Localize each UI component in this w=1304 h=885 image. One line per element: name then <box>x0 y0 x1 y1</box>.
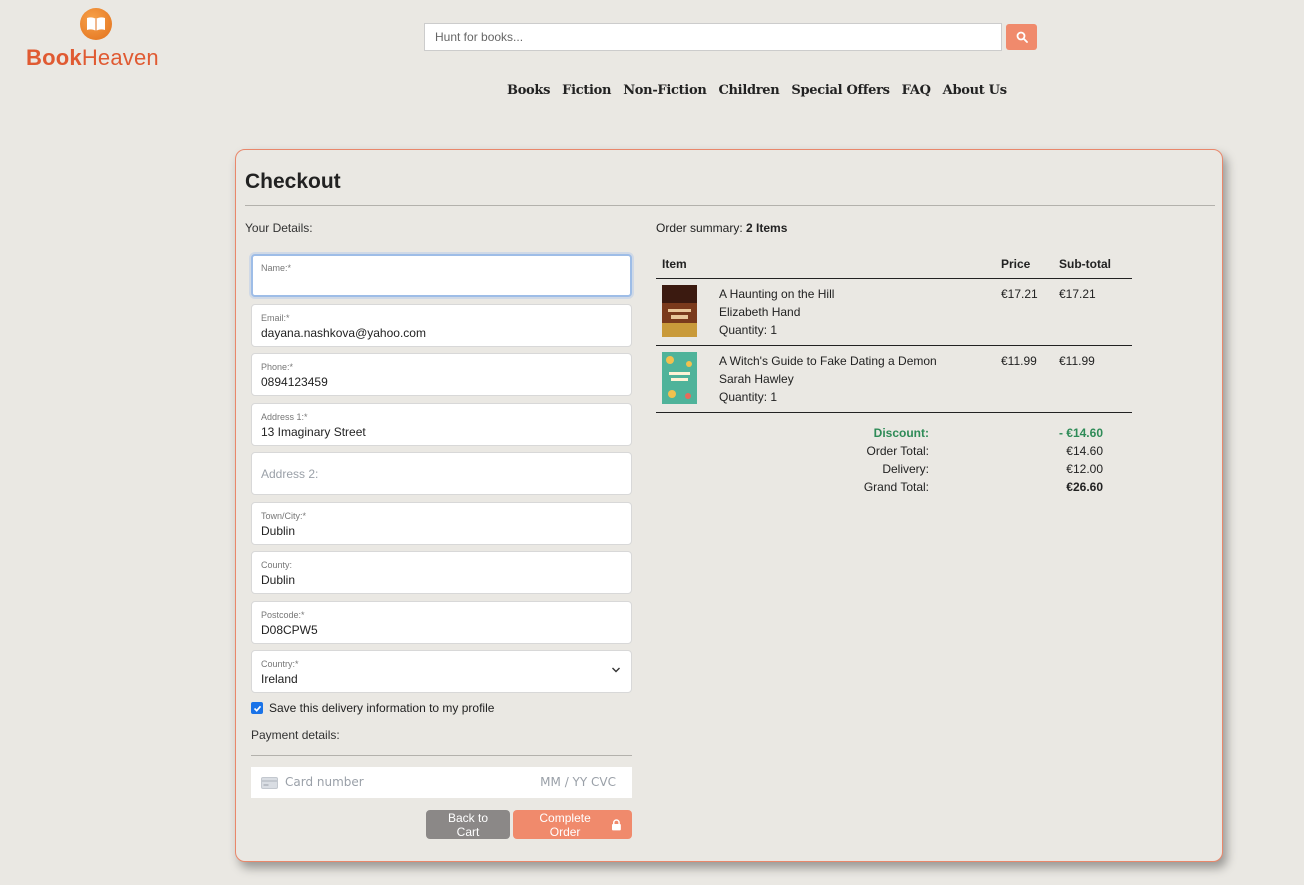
save-info-row: Save this delivery information to my pro… <box>251 701 494 715</box>
order-total-label: Order Total: <box>866 444 929 458</box>
item-quantity: Quantity: 1 <box>719 390 778 404</box>
order-total-value: €14.60 <box>1066 444 1103 458</box>
order-total-row: Order Total: €14.60 <box>656 444 1132 462</box>
item-quantity: Quantity: 1 <box>719 323 778 337</box>
address2-field[interactable]: Address 2: <box>251 452 632 495</box>
item-author: Elizabeth Hand <box>719 305 801 319</box>
table-row: A Haunting on the Hill Elizabeth Hand Qu… <box>656 278 1132 346</box>
county-field[interactable]: County: Dublin <box>251 551 632 594</box>
item-image-cell <box>656 278 713 346</box>
item-details-cell: A Haunting on the Hill Elizabeth Hand Qu… <box>713 278 995 346</box>
order-item-count: 2 Items <box>746 221 788 235</box>
search-input[interactable] <box>424 23 1002 51</box>
back-to-cart-button[interactable]: Back to Cart <box>426 810 510 839</box>
country-select-value: Ireland <box>261 672 298 686</box>
order-summary-label: Order summary: <box>656 221 743 235</box>
card-input[interactable]: Card number MM / YY CVC <box>251 767 632 798</box>
postcode-field-label: Postcode:* <box>261 610 305 620</box>
card-expiry-cvc-placeholder: MM / YY CVC <box>540 775 616 789</box>
name-field[interactable]: Name:* <box>251 254 632 297</box>
town-field[interactable]: Town/City:* Dublin <box>251 502 632 545</box>
postcode-field[interactable]: Postcode:* D08CPW5 <box>251 601 632 644</box>
book-cover-image[interactable] <box>662 352 697 404</box>
complete-order-label: Complete Order <box>539 810 591 839</box>
order-summary-heading: Order summary: 2 Items <box>656 221 787 235</box>
card-number-placeholder: Card number <box>285 775 364 789</box>
title-divider <box>245 205 1215 206</box>
county-field-value: Dublin <box>261 573 296 587</box>
address1-field-label: Address 1:* <box>261 412 308 422</box>
county-field-label: County: <box>261 560 293 570</box>
site-logo[interactable]: BookHeaven <box>26 8 166 70</box>
table-row: A Witch's Guide to Fake Dating a Demon S… <box>656 345 1132 413</box>
discount-label: Discount: <box>873 426 929 440</box>
discount-row: Discount: - €14.60 <box>656 426 1132 444</box>
delivery-value: €12.00 <box>1066 462 1103 476</box>
open-book-icon <box>80 8 112 40</box>
nav-faq[interactable]: FAQ <box>902 83 931 98</box>
header-spacer <box>713 250 995 279</box>
item-price: €11.99 <box>995 345 1053 413</box>
header-price: Price <box>995 250 1053 279</box>
town-field-label: Town/City:* <box>261 511 307 521</box>
name-field-label: Name:* <box>261 263 292 273</box>
page-title: Checkout <box>245 170 341 193</box>
grand-total-value: €26.60 <box>1066 480 1103 494</box>
delivery-label: Delivery: <box>882 462 929 476</box>
item-title[interactable]: A Haunting on the Hill <box>719 285 989 303</box>
grand-total-row: Grand Total: €26.60 <box>656 480 1132 498</box>
lock-icon <box>612 818 622 830</box>
order-items-table: Item Price Sub-total A Haunting on the H… <box>656 250 1132 413</box>
email-field-value: dayana.nashkova@yahoo.com <box>261 326 426 340</box>
delivery-row: Delivery: €12.00 <box>656 462 1132 480</box>
nav-children[interactable]: Children <box>718 83 779 98</box>
main-nav: Books Fiction Non-Fiction Children Speci… <box>507 83 1007 98</box>
search-icon <box>1016 31 1028 43</box>
postcode-field-value: D08CPW5 <box>261 623 318 637</box>
nav-books[interactable]: Books <box>507 83 550 98</box>
country-select[interactable]: Country:* Ireland <box>251 650 632 693</box>
details-label: Your Details: <box>245 221 313 235</box>
town-field-value: Dublin <box>261 524 296 538</box>
address2-field-placeholder: Address 2: <box>261 467 319 481</box>
item-details-cell: A Witch's Guide to Fake Dating a Demon S… <box>713 345 995 413</box>
table-header-row: Item Price Sub-total <box>656 250 1132 279</box>
item-title[interactable]: A Witch's Guide to Fake Dating a Demon <box>719 352 989 370</box>
payment-label: Payment details: <box>251 728 340 742</box>
save-info-checkbox[interactable] <box>251 702 263 714</box>
search-button[interactable] <box>1006 24 1037 50</box>
phone-field-label: Phone:* <box>261 362 294 372</box>
item-image-cell <box>656 345 713 413</box>
phone-field-value: 0894123459 <box>261 375 328 389</box>
address1-field-value: 13 Imaginary Street <box>261 425 366 439</box>
nav-fiction[interactable]: Fiction <box>562 83 611 98</box>
checkout-card: Checkout Your Details: Name:* Email:* da… <box>235 149 1223 862</box>
item-subtotal: €11.99 <box>1053 345 1132 413</box>
country-select-label: Country:* <box>261 659 299 669</box>
payment-divider <box>251 755 632 756</box>
header-subtotal: Sub-total <box>1053 250 1132 279</box>
email-field[interactable]: Email:* dayana.nashkova@yahoo.com <box>251 304 632 347</box>
item-subtotal: €17.21 <box>1053 278 1132 346</box>
credit-card-icon <box>261 777 278 789</box>
item-author: Sarah Hawley <box>719 372 794 386</box>
checkmark-icon <box>253 705 261 712</box>
nav-non-fiction[interactable]: Non-Fiction <box>623 83 707 98</box>
nav-special-offers[interactable]: Special Offers <box>791 83 890 98</box>
address1-field[interactable]: Address 1:* 13 Imaginary Street <box>251 403 632 446</box>
save-info-label: Save this delivery information to my pro… <box>269 701 495 715</box>
grand-total-label: Grand Total: <box>863 480 929 494</box>
book-cover-image[interactable] <box>662 285 697 337</box>
order-totals: Discount: - €14.60 Order Total: €14.60 D… <box>656 426 1132 498</box>
phone-field[interactable]: Phone:* 0894123459 <box>251 353 632 396</box>
discount-value: - €14.60 <box>1058 426 1103 440</box>
email-field-label: Email:* <box>261 313 290 323</box>
header-item: Item <box>656 250 713 279</box>
chevron-down-icon <box>612 667 620 673</box>
brand-name: BookHeaven <box>26 45 159 70</box>
complete-order-button[interactable]: Complete Order <box>513 810 632 839</box>
item-price: €17.21 <box>995 278 1053 346</box>
nav-about-us[interactable]: About Us <box>943 83 1007 98</box>
